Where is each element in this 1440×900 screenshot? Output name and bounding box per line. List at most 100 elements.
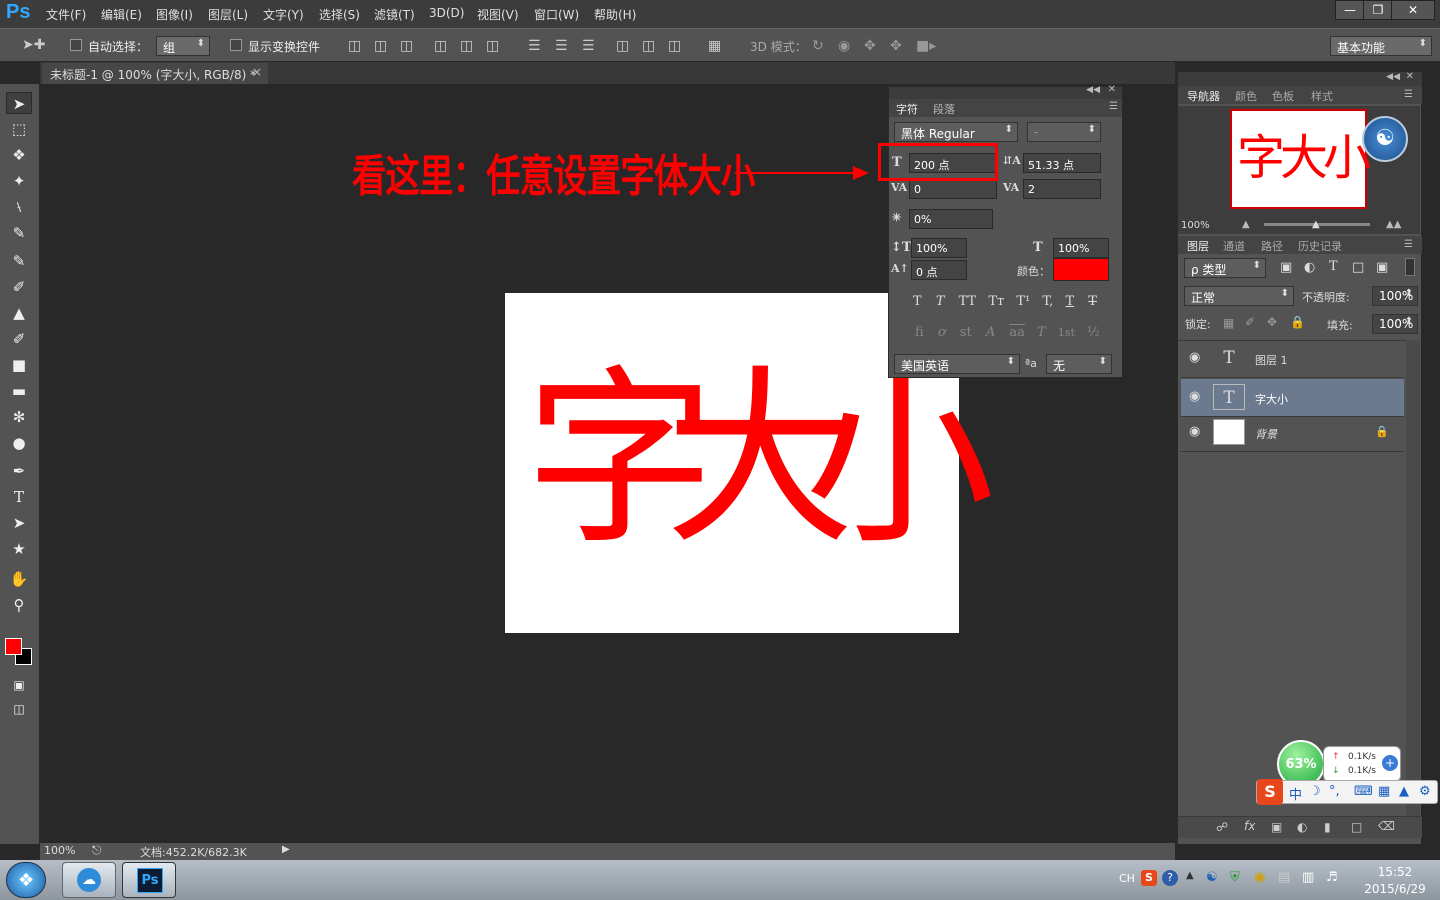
taskbar-browser-button[interactable]: ☁ <box>62 862 116 898</box>
distribute-left-icon[interactable]: ◫ <box>616 39 629 53</box>
text-color-swatch[interactable] <box>1053 258 1109 281</box>
sogou-tray-icon[interactable]: S <box>1141 870 1157 886</box>
filter-type-icon[interactable]: T <box>1329 259 1338 274</box>
minimize-button[interactable]: — <box>1335 0 1365 20</box>
font-style-dropdown[interactable]: - <box>1027 122 1101 142</box>
tab-styles[interactable]: 样式 <box>1311 88 1333 104</box>
lock-transparent-icon[interactable]: ▦ <box>1223 316 1234 330</box>
punctuation-icon[interactable]: °, <box>1329 784 1340 799</box>
export-icon[interactable]: ⎋ <box>92 843 102 858</box>
3d-pan-icon[interactable]: ✥ <box>864 39 876 53</box>
healing-brush-tool-icon[interactable]: ✎ <box>6 250 32 272</box>
close-tab-icon[interactable]: × <box>252 65 262 79</box>
blend-mode-dropdown[interactable]: 正常 <box>1184 286 1294 306</box>
all-caps-button[interactable]: TT <box>959 294 977 309</box>
quick-mask-icon[interactable]: ▣ <box>6 674 32 696</box>
delete-layer-icon[interactable]: ⌫ <box>1378 819 1395 833</box>
menu-edit[interactable]: 编辑(E) <box>101 6 142 23</box>
eyedropper-tool-icon[interactable]: ✎ <box>6 222 32 244</box>
menu-view[interactable]: 视图(V) <box>477 6 519 23</box>
opacity-field[interactable]: 100% <box>1372 286 1418 306</box>
marquee-tool-icon[interactable]: ⬚ <box>6 118 32 140</box>
lasso-tool-icon[interactable]: ❖ <box>6 144 32 166</box>
keyboard-icon[interactable]: ⌨ <box>1354 784 1373 799</box>
start-button[interactable]: ❖ <box>6 862 46 898</box>
align-right-icon[interactable]: ◫ <box>486 39 499 53</box>
tab-character[interactable]: 字符 <box>896 101 918 117</box>
auto-align-icon[interactable]: ▦ <box>708 39 721 53</box>
menu-image[interactable]: 图像(I) <box>156 6 193 23</box>
tray-expand-icon[interactable]: ▲ <box>1186 870 1194 881</box>
lock-position-icon[interactable]: ✥ <box>1267 315 1277 329</box>
hand-tool-icon[interactable]: ✋ <box>6 568 32 590</box>
path-selection-tool-icon[interactable]: ➤ <box>6 512 32 534</box>
menu-layer[interactable]: 图层(L) <box>208 6 248 23</box>
show-transform-checkbox[interactable] <box>230 39 242 51</box>
3d-slide-icon[interactable]: ✥ <box>890 39 902 53</box>
type-tool-icon[interactable]: T <box>6 486 32 508</box>
language-dropdown[interactable]: 美国英语 <box>894 354 1020 374</box>
strikethrough-button[interactable]: T <box>1088 294 1097 309</box>
filter-toggle[interactable] <box>1405 258 1415 276</box>
ime-chinese-mode[interactable]: 中 <box>1289 784 1302 803</box>
horizontal-scale-field[interactable]: 100% <box>1053 238 1109 258</box>
network-tray-icon[interactable]: ☯ <box>1206 870 1218 885</box>
tab-swatches[interactable]: 色板 <box>1272 88 1294 104</box>
brush-tool-icon[interactable]: ✐ <box>6 276 32 298</box>
magic-wand-tool-icon[interactable]: ✦ <box>6 170 32 192</box>
collapse-icon[interactable]: ◀◀ <box>1386 72 1400 82</box>
panel-menu-icon[interactable]: ☰ <box>1109 101 1118 112</box>
fill-field[interactable]: 100% <box>1372 314 1418 334</box>
distribute-right-icon[interactable]: ◫ <box>668 39 681 53</box>
distribute-vcenter-icon[interactable]: ☰ <box>555 39 568 53</box>
visibility-eye-icon[interactable]: ◉ <box>1189 424 1200 439</box>
screen-mode-icon[interactable]: ◫ <box>6 698 32 720</box>
crop-tool-icon[interactable]: ⧷ <box>6 196 32 218</box>
align-bottom-icon[interactable]: ◫ <box>400 39 413 53</box>
tab-layers[interactable]: 图层 <box>1187 238 1209 254</box>
auto-select-checkbox[interactable] <box>70 39 82 51</box>
close-window-button[interactable]: ✕ <box>1391 0 1435 20</box>
tab-channels[interactable]: 通道 <box>1223 238 1245 254</box>
taskbar-photoshop-button[interactable]: Ps <box>122 862 176 898</box>
gradient-tool-icon[interactable]: ▬ <box>6 380 32 402</box>
wrench-icon[interactable]: ⚙ <box>1419 784 1431 799</box>
volume-tray-icon[interactable]: ♬ <box>1326 870 1338 885</box>
align-hcenter-icon[interactable]: ◫ <box>460 39 473 53</box>
ordinal-suffix-button[interactable]: 1st <box>1058 326 1075 339</box>
language-indicator[interactable]: CH <box>1119 872 1135 885</box>
layer-filter-dropdown[interactable]: ρ 类型 <box>1184 258 1266 278</box>
3d-scale-icon[interactable]: ■▸ <box>916 39 936 53</box>
filter-pixel-icon[interactable]: ▣ <box>1280 260 1292 275</box>
distribute-top-icon[interactable]: ☰ <box>528 39 541 53</box>
ordinals-button[interactable]: T <box>1037 325 1046 340</box>
align-vcenter-icon[interactable]: ◫ <box>374 39 387 53</box>
align-top-icon[interactable]: ◫ <box>348 39 361 53</box>
move-tool-icon[interactable]: ➤✚ <box>22 38 45 52</box>
wifi-float-icon[interactable]: ☯ <box>1362 116 1408 162</box>
3d-rotate-icon[interactable]: ↻ <box>812 39 824 53</box>
menu-help[interactable]: 帮助(H) <box>594 6 636 23</box>
layers-menu-icon[interactable]: ☰ <box>1404 239 1413 250</box>
visibility-eye-icon[interactable]: ◉ <box>1189 389 1200 404</box>
pen-tool-icon[interactable]: ✒ <box>6 460 32 482</box>
zoom-in-icon[interactable]: ▲▲ <box>1386 219 1401 230</box>
zoom-out-icon[interactable]: ▲ <box>1242 219 1250 230</box>
shield-tray-icon[interactable]: ⛨ <box>1230 870 1240 885</box>
history-brush-tool-icon[interactable]: ✐ <box>6 328 32 350</box>
3d-roll-icon[interactable]: ◉ <box>838 39 850 53</box>
panel-menu-icon[interactable]: ☰ <box>1404 89 1413 100</box>
layer-row[interactable]: ◉ T 图层 1 <box>1181 340 1404 378</box>
security-tray-icon[interactable]: ◉ <box>1254 870 1265 885</box>
add-icon[interactable]: + <box>1382 755 1398 771</box>
eraser-tool-icon[interactable]: ■ <box>6 354 32 376</box>
fractions-button[interactable]: ½ <box>1087 325 1100 340</box>
adjustment-layer-icon[interactable]: ◐ <box>1297 820 1307 834</box>
panel-close-icon[interactable]: ✕ <box>1406 71 1414 82</box>
shape-tool-icon[interactable]: ★ <box>6 538 32 560</box>
layer-style-icon[interactable]: fx <box>1244 819 1255 833</box>
distribute-hcenter-icon[interactable]: ◫ <box>642 39 655 53</box>
blur-tool-icon[interactable]: ✻ <box>6 406 32 428</box>
tab-navigator[interactable]: 导航器 <box>1187 88 1220 104</box>
align-left-icon[interactable]: ◫ <box>434 39 447 53</box>
